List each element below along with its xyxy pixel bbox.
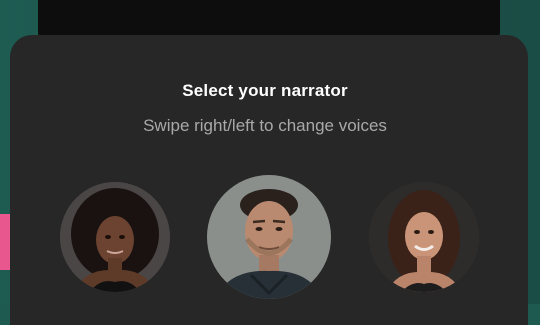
narrator-option-center[interactable] [207, 175, 331, 299]
narrator-avatar-female-1-icon [60, 182, 170, 292]
narrator-option-left[interactable] [60, 182, 170, 292]
narrator-avatar-female-2-icon [369, 182, 479, 292]
sheet-title: Select your narrator [182, 81, 348, 100]
narrator-avatar-male-icon [207, 175, 331, 299]
narrator-option-right[interactable] [369, 182, 479, 292]
sheet-subtitle: Swipe right/left to change voices [143, 116, 387, 135]
accent-tab [0, 214, 10, 270]
